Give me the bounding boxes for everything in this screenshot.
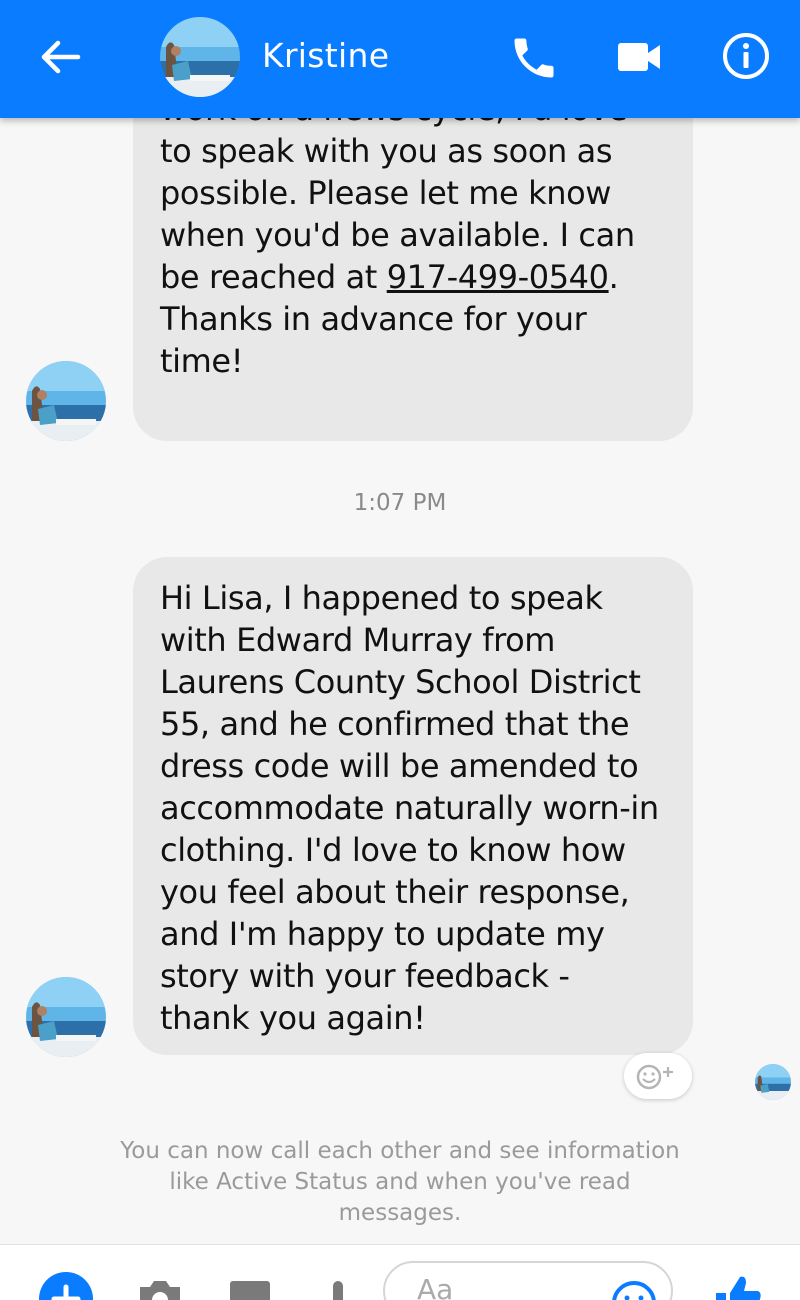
seen-indicator-avatar (755, 1064, 791, 1100)
video-camera-icon (618, 43, 660, 71)
chat-header: Kristine (0, 0, 800, 118)
contact-name[interactable]: Kristine (262, 36, 389, 75)
contact-avatar[interactable] (26, 361, 106, 441)
thumbs-up-icon[interactable] (712, 1271, 764, 1300)
info-button[interactable] (720, 30, 772, 82)
add-reaction-icon (636, 1064, 673, 1090)
message-composer: Aa (0, 1244, 800, 1300)
info-icon (723, 33, 769, 79)
microphone-icon[interactable] (328, 1279, 348, 1300)
contact-avatar[interactable] (26, 977, 106, 1057)
plus-icon[interactable] (38, 1271, 94, 1300)
add-reaction-button[interactable] (624, 1053, 692, 1099)
voice-call-button[interactable] (508, 32, 560, 84)
header-avatar[interactable] (160, 17, 240, 97)
system-notice: You can now call each other and see info… (120, 1138, 680, 1226)
message-bubble[interactable]: Hi Lisa, I happened to speak with Edward… (133, 557, 693, 1055)
video-call-button[interactable] (614, 36, 664, 78)
phone-icon (514, 38, 554, 78)
emoji-icon[interactable] (610, 1279, 658, 1300)
back-arrow-icon (41, 40, 81, 74)
timestamp: 1:07 PM (353, 490, 447, 516)
message-thread[interactable]: work on a news cycle, I'd love to speak … (0, 0, 800, 1244)
image-icon[interactable] (228, 1279, 272, 1300)
back-button[interactable] (36, 34, 86, 80)
camera-icon[interactable] (136, 1277, 184, 1300)
phone-link[interactable]: 917-499-0540 (387, 258, 609, 296)
